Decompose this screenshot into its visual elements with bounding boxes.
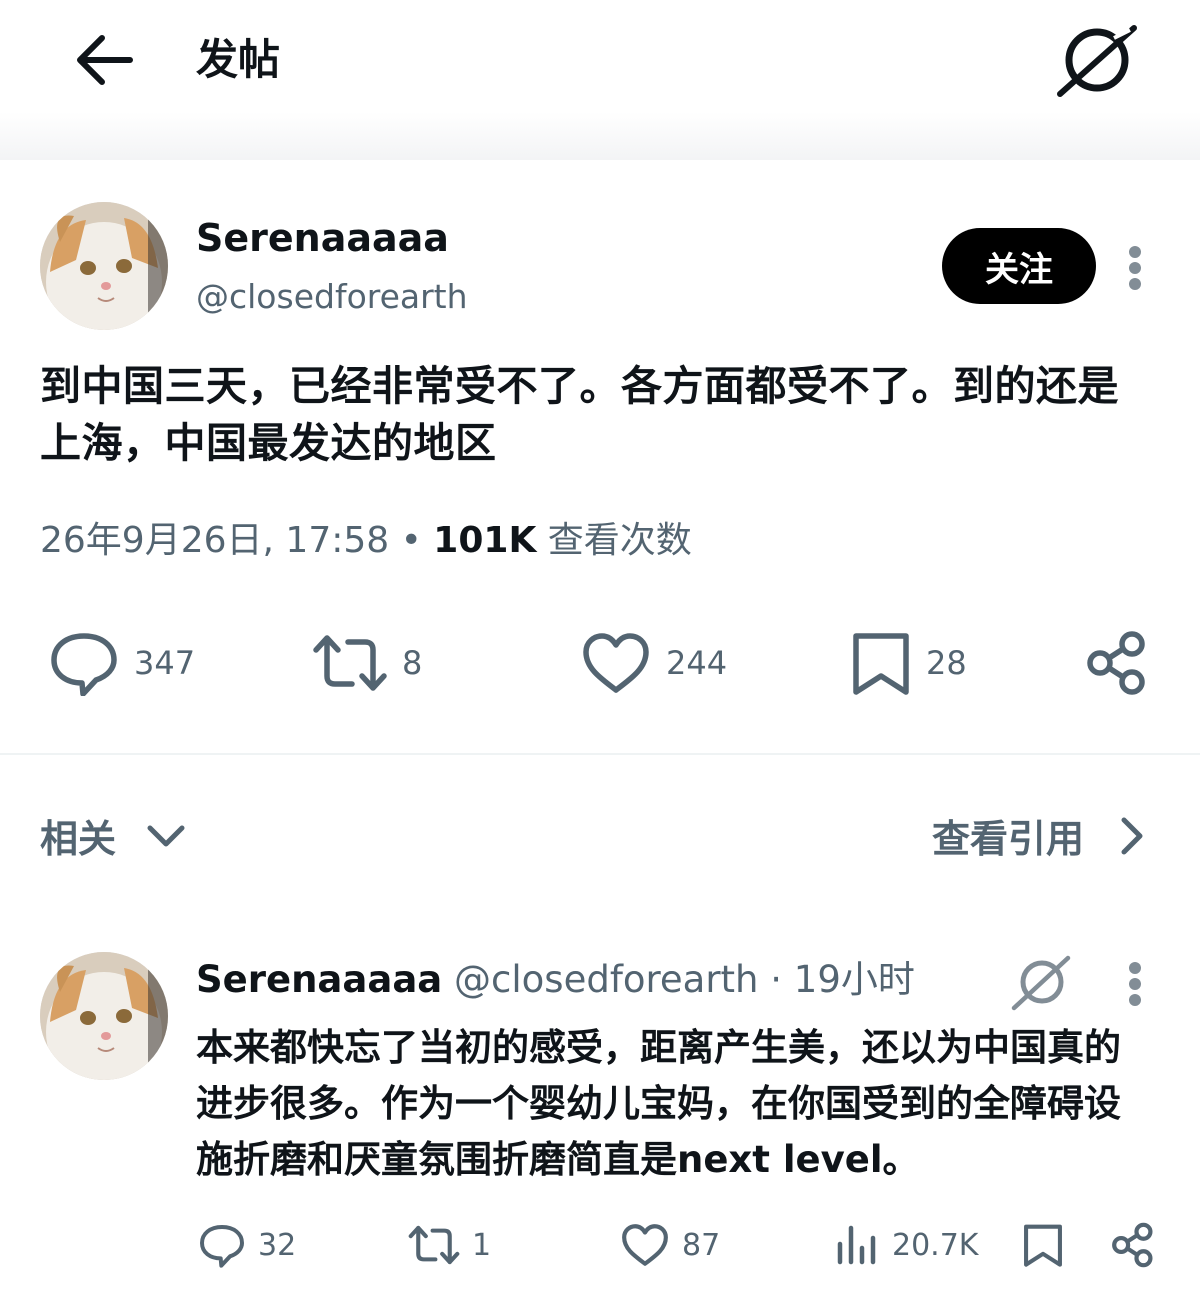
views-label: 查看次数 xyxy=(547,520,692,561)
heart-icon xyxy=(622,1224,668,1266)
repost-icon xyxy=(313,635,387,691)
section-divider xyxy=(0,753,1200,755)
reply-like-action[interactable]: 87 xyxy=(620,1222,720,1268)
more-dot xyxy=(1129,278,1141,290)
related-label: 相关 xyxy=(40,817,117,861)
reply-grok-button[interactable] xyxy=(1008,952,1074,1012)
view-quotes-link[interactable]: 查看引用 xyxy=(932,808,1152,863)
more-vertical-icon xyxy=(1129,962,1141,974)
more-dot xyxy=(1129,978,1141,990)
bookmark-icon xyxy=(1024,1224,1062,1267)
comment-icon xyxy=(200,1225,244,1268)
top-bar: 发帖 xyxy=(0,0,1200,160)
cat-avatar-image xyxy=(40,952,168,1080)
reply-reply-count: 32 xyxy=(258,1227,297,1263)
reply-header: Serenaaaaa @closedforearth · 19小时 xyxy=(196,954,915,1006)
bookmark-icon xyxy=(853,633,909,695)
reply-author-handle[interactable]: @closedforearth xyxy=(454,958,758,1001)
views-count: 101K xyxy=(433,520,537,561)
post-text: 到中国三天，已经非常受不了。各方面都受不了。到的还是上海，中国最发达的地区 xyxy=(40,362,1119,467)
reply-time[interactable]: 19小时 xyxy=(794,958,915,1001)
arrow-left-icon xyxy=(77,35,133,85)
bookmark-count: 28 xyxy=(926,644,967,682)
view-quotes-label: 查看引用 xyxy=(931,817,1084,861)
comment-icon xyxy=(51,633,117,696)
post-more-button[interactable] xyxy=(1123,238,1147,298)
reply-views-count: 20.7K xyxy=(892,1227,979,1263)
related-dropdown[interactable]: 相关 xyxy=(40,808,196,863)
back-button[interactable] xyxy=(70,28,140,92)
more-vertical-icon xyxy=(1129,246,1141,258)
reply-repost-action[interactable]: 1 xyxy=(408,1222,491,1268)
reply-views-action[interactable]: 20.7K xyxy=(834,1222,978,1268)
grok-icon xyxy=(1057,25,1137,97)
cat-avatar-image xyxy=(40,202,168,330)
reply-more-button[interactable] xyxy=(1123,956,1147,1016)
follow-button[interactable]: 关注 xyxy=(942,228,1096,304)
more-dot xyxy=(1129,994,1141,1006)
bookmark-action[interactable]: 28 xyxy=(850,630,967,696)
post-meta: 26年9月26日, 17:58 • 101K 查看次数 xyxy=(40,514,692,568)
meta-separator: • xyxy=(400,520,422,561)
reply-separator: · xyxy=(770,958,783,1001)
reply-count: 347 xyxy=(134,644,196,682)
page-title: 发帖 xyxy=(196,35,281,84)
author-avatar[interactable] xyxy=(40,202,168,330)
share-icon xyxy=(1087,631,1145,695)
share-icon xyxy=(1112,1222,1153,1268)
grok-button[interactable] xyxy=(1052,22,1142,98)
author-name[interactable]: Serenaaaaa xyxy=(196,212,449,264)
post-timestamp[interactable]: 26年9月26日, 17:58 xyxy=(40,520,389,561)
repost-action[interactable]: 8 xyxy=(312,630,422,696)
reply-action[interactable]: 347 xyxy=(48,630,195,696)
reply-bookmark-action[interactable] xyxy=(1022,1222,1064,1268)
more-dot xyxy=(1129,262,1141,274)
analytics-icon xyxy=(837,1225,876,1265)
grok-icon xyxy=(1011,955,1071,1011)
heart-icon xyxy=(583,633,649,693)
reply-text: 本来都快忘了当初的感受，距离产生美，还以为中国真的进步很多。作为一个婴幼儿宝妈，… xyxy=(196,1026,1121,1181)
reply-reply-action[interactable]: 32 xyxy=(198,1222,296,1268)
chevron-down-icon xyxy=(147,825,185,846)
reply-share-action[interactable] xyxy=(1110,1222,1156,1268)
reply-author-avatar[interactable] xyxy=(40,952,168,1080)
repost-icon xyxy=(408,1225,460,1265)
reply-author-name[interactable]: Serenaaaaa xyxy=(196,958,442,1001)
reply-like-count: 87 xyxy=(682,1227,721,1263)
share-action[interactable] xyxy=(1084,630,1150,696)
reply-repost-count: 1 xyxy=(472,1227,492,1263)
chevron-right-icon xyxy=(1121,817,1143,854)
author-handle[interactable]: @closedforearth xyxy=(196,274,468,320)
like-count: 244 xyxy=(666,644,728,682)
repost-count: 8 xyxy=(402,644,423,682)
like-action[interactable]: 244 xyxy=(580,630,727,696)
